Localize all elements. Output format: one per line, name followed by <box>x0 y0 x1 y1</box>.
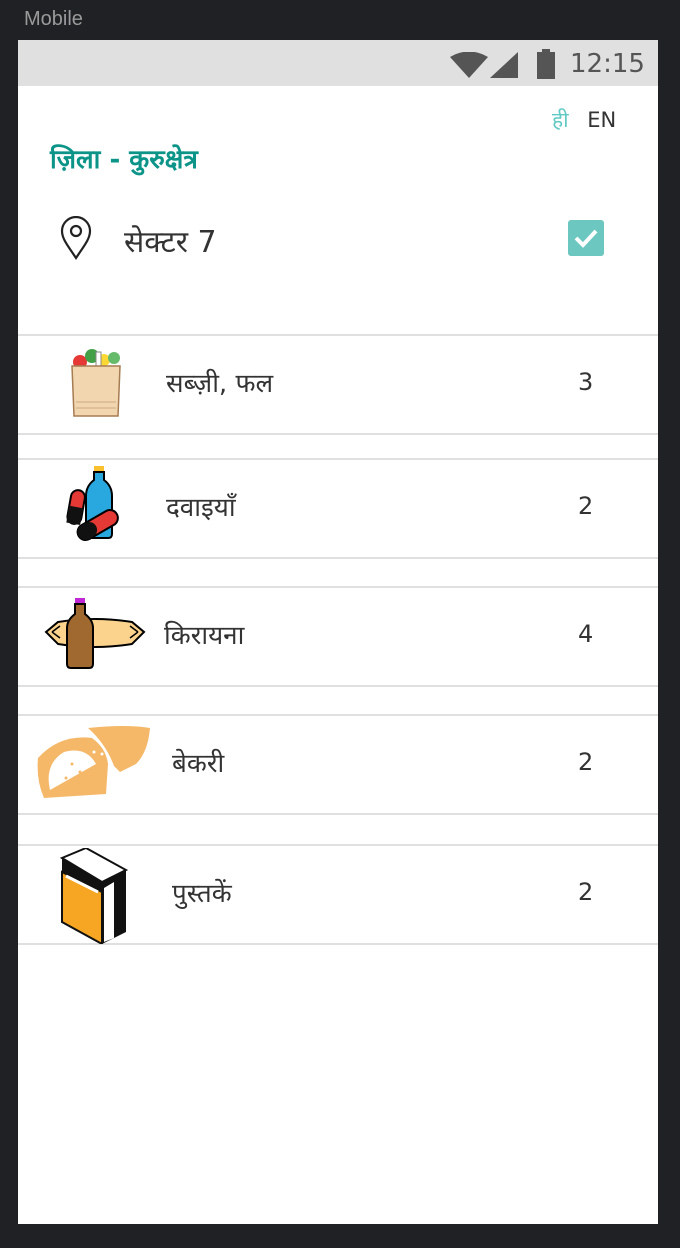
category-label: किरायना <box>164 621 245 651</box>
bread-icon <box>37 726 150 798</box>
language-hindi-button[interactable]: ही <box>552 108 569 132</box>
grocery-staples-icon <box>44 598 146 669</box>
location-row[interactable]: सेक्टर 7 <box>18 208 658 272</box>
status-bar: 12:15 <box>18 40 658 86</box>
category-count: 2 <box>578 878 594 906</box>
category-item-bakery[interactable]: बेकरी 2 <box>18 714 658 815</box>
category-item-books[interactable]: पुस्तकें 2 <box>18 844 658 945</box>
category-label: दवाइयाँ <box>166 493 236 523</box>
category-item-medicines[interactable]: दवाइयाँ 2 <box>18 458 658 559</box>
category-count: 3 <box>578 368 594 396</box>
language-switch: ही EN <box>552 106 616 134</box>
battery-icon <box>537 49 555 79</box>
category-label: बेकरी <box>172 749 225 779</box>
category-count: 4 <box>578 620 594 648</box>
phone-screen: 12:15 ही EN ज़िला - कुरुक्षेत्र सेक्टर 7 <box>18 40 658 1224</box>
district-title: ज़िला - कुरुक्षेत्र <box>50 145 198 175</box>
category-label: सब्ज़ी, फल <box>166 369 274 399</box>
medicine-icon <box>66 466 119 541</box>
category-item-vegetables-fruits[interactable]: सब्ज़ी, फल 3 <box>18 334 658 435</box>
map-pin-icon <box>60 216 92 260</box>
cell-signal-icon <box>490 52 518 78</box>
status-time: 12:15 <box>570 49 645 79</box>
book-icon <box>59 848 129 944</box>
category-count: 2 <box>578 748 594 776</box>
window-title: Mobile <box>24 8 83 30</box>
category-count: 2 <box>578 492 594 520</box>
category-label: पुस्तकें <box>172 879 232 909</box>
category-item-grocery[interactable]: किरायना 4 <box>18 586 658 687</box>
check-icon <box>574 229 598 248</box>
wifi-icon <box>450 52 488 78</box>
grocery-bag-icon <box>71 349 121 417</box>
language-english-button[interactable]: EN <box>587 108 616 132</box>
location-name: सेक्टर 7 <box>124 225 217 260</box>
location-checkbox[interactable] <box>568 220 604 256</box>
